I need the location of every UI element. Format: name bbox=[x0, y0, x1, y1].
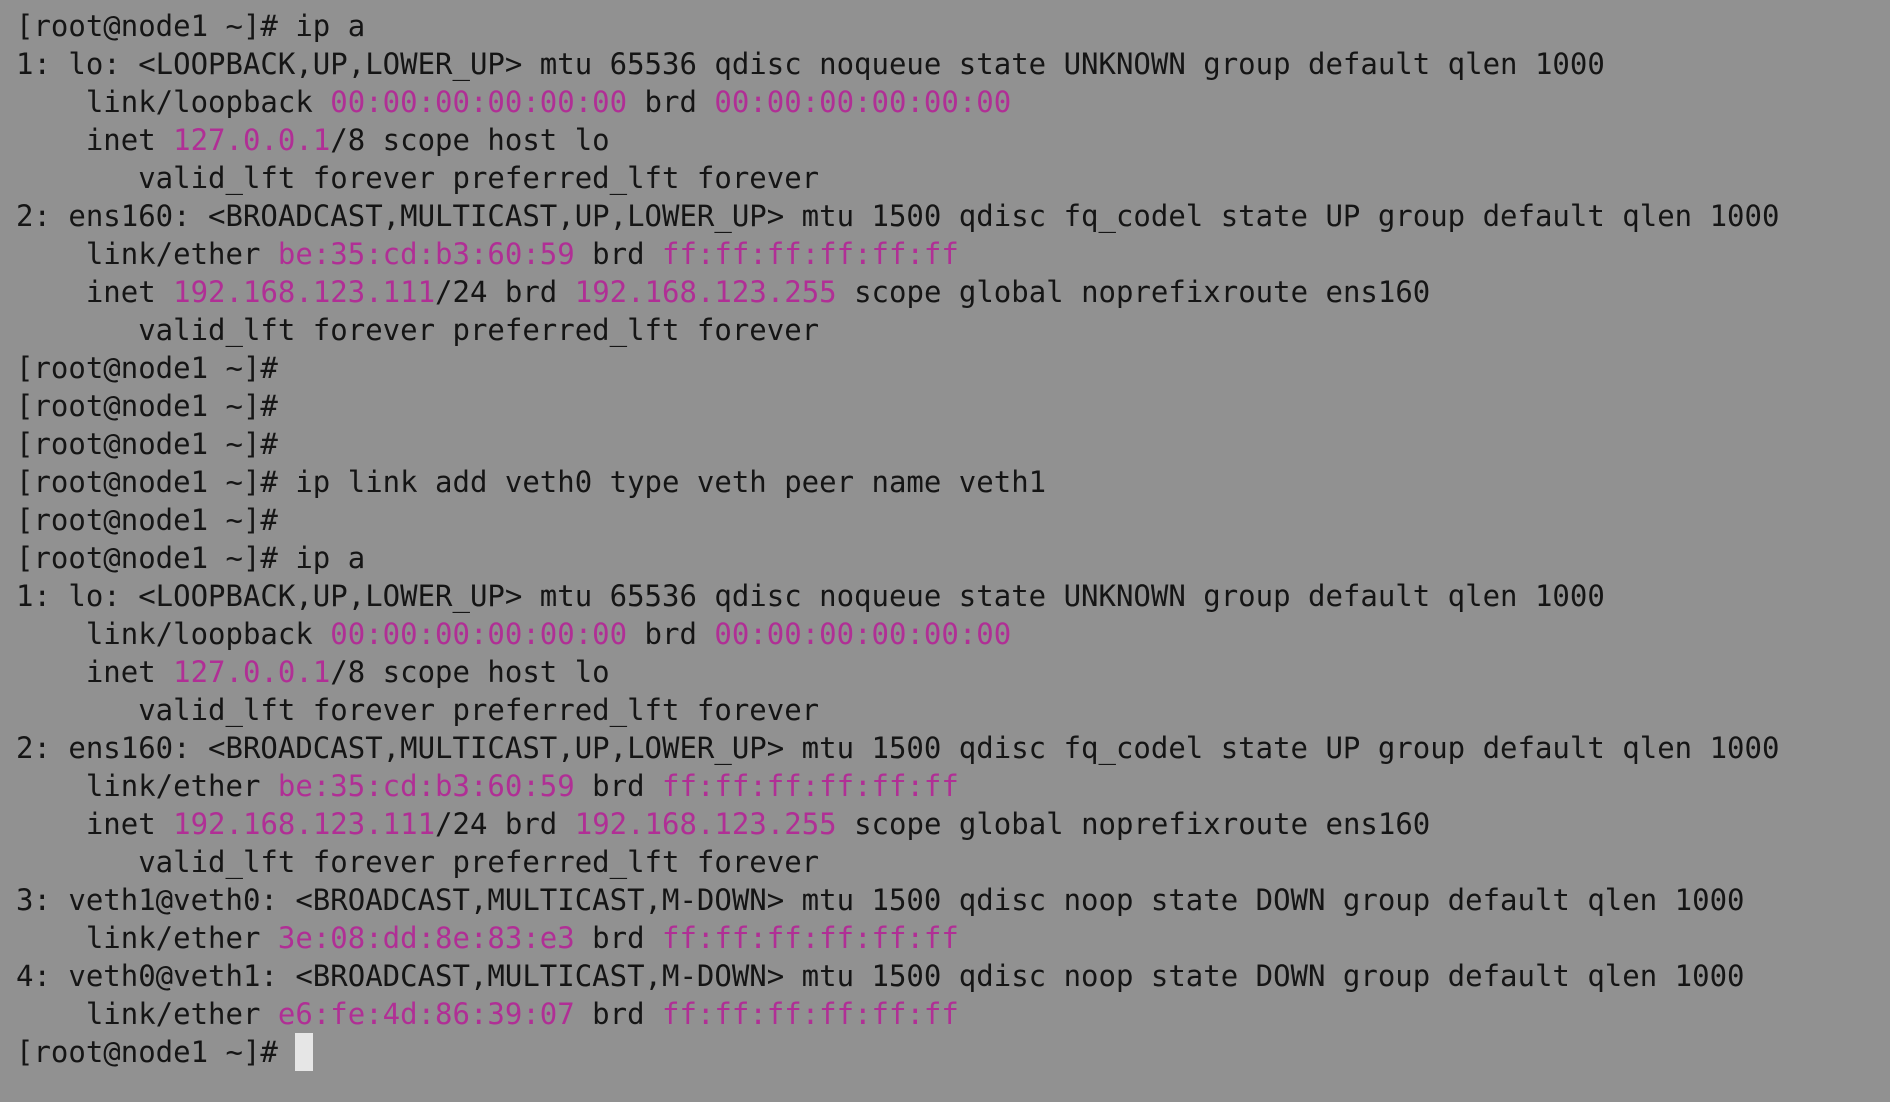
terminal-text: brd bbox=[574, 769, 663, 803]
terminal-text: 2: ens160: <BROADCAST,MULTICAST,UP,LOWER… bbox=[16, 731, 1780, 765]
terminal-text: [root@node1 ~]# bbox=[16, 427, 278, 461]
highlighted-address: 00:00:00:00:00:00 bbox=[330, 85, 628, 119]
highlighted-address: 00:00:00:00:00:00 bbox=[330, 617, 628, 651]
terminal-text: link/loopback bbox=[16, 85, 331, 119]
terminal-line: valid_lft forever preferred_lft forever bbox=[16, 311, 1890, 349]
terminal-text: valid_lft forever preferred_lft forever bbox=[16, 845, 820, 879]
highlighted-address: ff:ff:ff:ff:ff:ff bbox=[662, 237, 959, 271]
highlighted-address: 192.168.123.111 bbox=[173, 275, 436, 309]
terminal-line: 1: lo: <LOOPBACK,UP,LOWER_UP> mtu 65536 … bbox=[16, 577, 1890, 615]
terminal-text: inet bbox=[16, 807, 174, 841]
terminal-text: [root@node1 ~]# ip a bbox=[16, 541, 366, 575]
terminal-output: [root@node1 ~]# ip a 1: lo: <LOOPBACK,UP,… bbox=[16, 7, 1890, 1071]
terminal-text: [root@node1 ~]# bbox=[16, 503, 278, 537]
terminal-line: [root@node1 ~]# bbox=[16, 1033, 1890, 1071]
terminal-line: valid_lft forever preferred_lft forever bbox=[16, 159, 1890, 197]
terminal-text: inet bbox=[16, 123, 174, 157]
terminal-line: inet 127.0.0.1/8 scope host lo bbox=[16, 121, 1890, 159]
terminal-text: /24 brd bbox=[435, 807, 575, 841]
terminal-text: [root@node1 ~]# ip a bbox=[16, 9, 366, 43]
terminal-cursor[interactable] bbox=[295, 1033, 314, 1071]
terminal-text: brd bbox=[574, 237, 663, 271]
terminal-line: 3: veth1@veth0: <BROADCAST,MULTICAST,M-D… bbox=[16, 881, 1890, 919]
highlighted-address: 127.0.0.1 bbox=[173, 655, 331, 689]
terminal-line: link/ether e6:fe:4d:86:39:07 brd ff:ff:f… bbox=[16, 995, 1890, 1033]
terminal-line: 1: lo: <LOOPBACK,UP,LOWER_UP> mtu 65536 … bbox=[16, 45, 1890, 83]
highlighted-address: ff:ff:ff:ff:ff:ff bbox=[662, 921, 959, 955]
terminal-text: /24 brd bbox=[435, 275, 575, 309]
highlighted-address: be:35:cd:b3:60:59 bbox=[277, 769, 575, 803]
terminal-text: inet bbox=[16, 655, 174, 689]
terminal-line: inet 127.0.0.1/8 scope host lo bbox=[16, 653, 1890, 691]
terminal-text: link/ether bbox=[16, 997, 278, 1031]
terminal-line: valid_lft forever preferred_lft forever bbox=[16, 691, 1890, 729]
terminal-text: inet bbox=[16, 275, 174, 309]
terminal-line: link/ether 3e:08:dd:8e:83:e3 brd ff:ff:f… bbox=[16, 919, 1890, 957]
terminal-line: inet 192.168.123.111/24 brd 192.168.123.… bbox=[16, 805, 1890, 843]
terminal-line: link/loopback 00:00:00:00:00:00 brd 00:0… bbox=[16, 83, 1890, 121]
terminal-line: [root@node1 ~]# ip a bbox=[16, 539, 1890, 577]
terminal-line: link/loopback 00:00:00:00:00:00 brd 00:0… bbox=[16, 615, 1890, 653]
highlighted-address: 00:00:00:00:00:00 bbox=[714, 85, 1012, 119]
terminal-text: link/loopback bbox=[16, 617, 331, 651]
terminal-line: link/ether be:35:cd:b3:60:59 brd ff:ff:f… bbox=[16, 235, 1890, 273]
terminal-text: /8 scope host lo bbox=[330, 655, 610, 689]
highlighted-address: be:35:cd:b3:60:59 bbox=[277, 237, 575, 271]
terminal-line: 2: ens160: <BROADCAST,MULTICAST,UP,LOWER… bbox=[16, 197, 1890, 235]
terminal-text: brd bbox=[574, 997, 663, 1031]
terminal-line: [root@node1 ~]# bbox=[16, 501, 1890, 539]
terminal-line: 4: veth0@veth1: <BROADCAST,MULTICAST,M-D… bbox=[16, 957, 1890, 995]
highlighted-address: 192.168.123.255 bbox=[574, 807, 837, 841]
terminal-line: 2: ens160: <BROADCAST,MULTICAST,UP,LOWER… bbox=[16, 729, 1890, 767]
terminal-text: valid_lft forever preferred_lft forever bbox=[16, 161, 820, 195]
highlighted-address: 127.0.0.1 bbox=[173, 123, 331, 157]
terminal-text: [root@node1 ~]# ip link add veth0 type v… bbox=[16, 465, 1047, 499]
terminal-text: link/ether bbox=[16, 921, 278, 955]
terminal-text: valid_lft forever preferred_lft forever bbox=[16, 693, 820, 727]
highlighted-address: 00:00:00:00:00:00 bbox=[714, 617, 1012, 651]
terminal-text: brd bbox=[627, 85, 715, 119]
terminal-line: inet 192.168.123.111/24 brd 192.168.123.… bbox=[16, 273, 1890, 311]
terminal-text: 3: veth1@veth0: <BROADCAST,MULTICAST,M-D… bbox=[16, 883, 1745, 917]
terminal-line: [root@node1 ~]# bbox=[16, 349, 1890, 387]
terminal-text: 4: veth0@veth1: <BROADCAST,MULTICAST,M-D… bbox=[16, 959, 1745, 993]
highlighted-address: ff:ff:ff:ff:ff:ff bbox=[662, 997, 959, 1031]
terminal-text: brd bbox=[627, 617, 715, 651]
terminal-text: [root@node1 ~]# bbox=[16, 389, 278, 423]
terminal-text: scope global noprefixroute ens160 bbox=[836, 807, 1431, 841]
terminal-line: link/ether be:35:cd:b3:60:59 brd ff:ff:f… bbox=[16, 767, 1890, 805]
terminal-text: 1: lo: <LOOPBACK,UP,LOWER_UP> mtu 65536 … bbox=[16, 579, 1605, 613]
terminal-text: [root@node1 ~]# bbox=[16, 351, 278, 385]
terminal-text: link/ether bbox=[16, 237, 278, 271]
highlighted-address: e6:fe:4d:86:39:07 bbox=[277, 997, 575, 1031]
terminal-text: 1: lo: <LOOPBACK,UP,LOWER_UP> mtu 65536 … bbox=[16, 47, 1605, 81]
highlighted-address: 192.168.123.255 bbox=[574, 275, 837, 309]
terminal-text: link/ether bbox=[16, 769, 278, 803]
terminal-text: [root@node1 ~]# bbox=[16, 1035, 296, 1069]
highlighted-address: 192.168.123.111 bbox=[173, 807, 436, 841]
terminal-line: valid_lft forever preferred_lft forever bbox=[16, 843, 1890, 881]
terminal-text: /8 scope host lo bbox=[330, 123, 610, 157]
terminal-window[interactable]: [root@node1 ~]# ip a 1: lo: <LOOPBACK,UP,… bbox=[0, 0, 1890, 1102]
terminal-text: scope global noprefixroute ens160 bbox=[836, 275, 1431, 309]
terminal-line: [root@node1 ~]# ip a bbox=[16, 7, 1890, 45]
terminal-text: valid_lft forever preferred_lft forever bbox=[16, 313, 820, 347]
terminal-line: [root@node1 ~]# ip link add veth0 type v… bbox=[16, 463, 1890, 501]
highlighted-address: ff:ff:ff:ff:ff:ff bbox=[662, 769, 959, 803]
terminal-text: brd bbox=[574, 921, 663, 955]
terminal-line: [root@node1 ~]# bbox=[16, 425, 1890, 463]
terminal-text: 2: ens160: <BROADCAST,MULTICAST,UP,LOWER… bbox=[16, 199, 1780, 233]
terminal-line: [root@node1 ~]# bbox=[16, 387, 1890, 425]
highlighted-address: 3e:08:dd:8e:83:e3 bbox=[277, 921, 575, 955]
